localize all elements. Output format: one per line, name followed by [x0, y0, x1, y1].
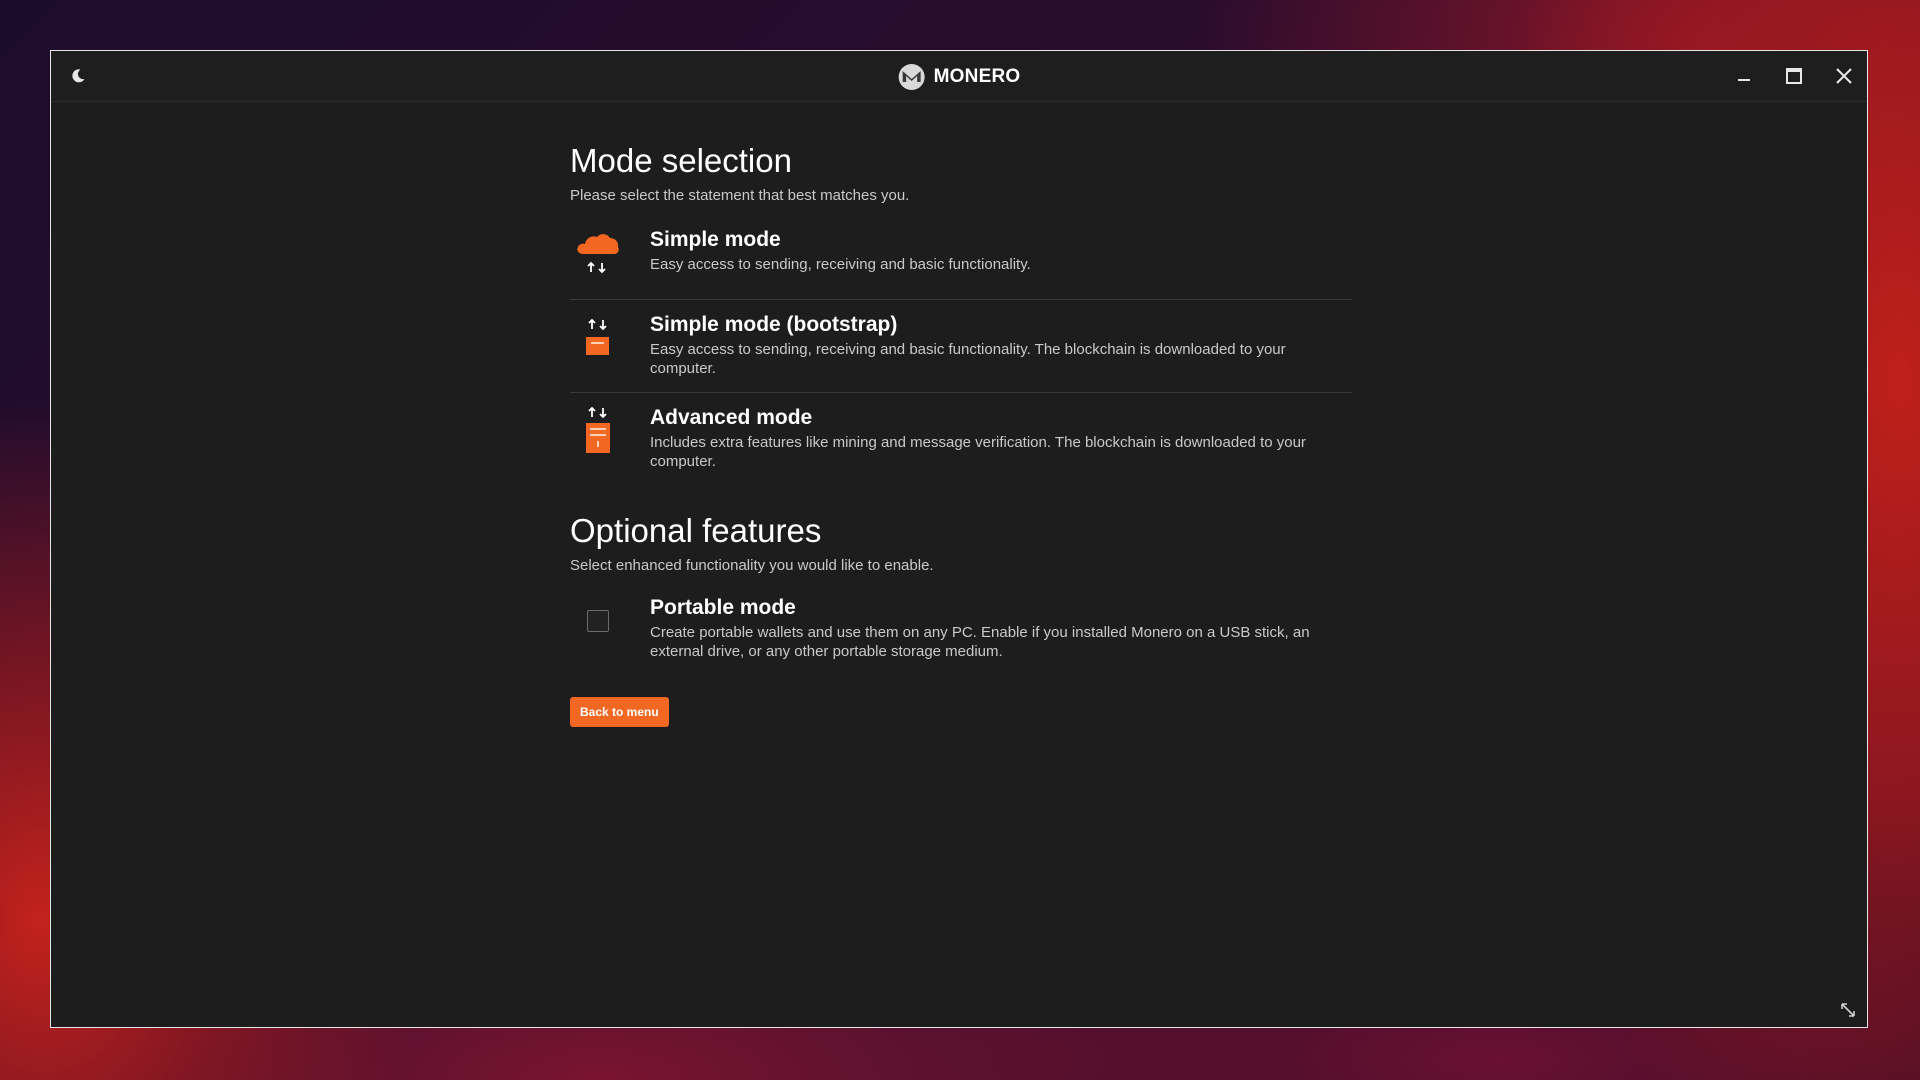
moon-icon — [72, 69, 85, 83]
mode-option-simple-bootstrap[interactable]: Simple mode (bootstrap) Easy access to s… — [570, 300, 1352, 393]
mode-option-description: Includes extra features like mining and … — [650, 434, 1306, 470]
main-content: Mode selection Please select the stateme… — [570, 141, 1352, 727]
resize-grip[interactable] — [1839, 1001, 1857, 1019]
portable-mode-title: Portable mode — [650, 596, 796, 619]
portable-mode-checkbox[interactable] — [587, 610, 609, 632]
mode-option-title: Simple mode (bootstrap) — [650, 313, 898, 336]
mode-selection-subtitle: Please select the statement that best ma… — [570, 187, 910, 204]
desktop-background: MONERO Mode selection Please select the … — [0, 0, 1920, 1080]
maximize-icon — [1786, 68, 1802, 84]
portable-mode-description: Create portable wallets and use them on … — [650, 624, 1310, 660]
close-icon — [1836, 68, 1852, 84]
mode-option-description: Easy access to sending, receiving and ba… — [650, 256, 1031, 273]
app-title: MONERO — [933, 66, 1021, 87]
mode-option-title: Simple mode — [650, 228, 781, 251]
title-bar: MONERO — [51, 51, 1867, 102]
app-brand: MONERO — [898, 63, 1021, 91]
close-button[interactable] — [1827, 59, 1861, 93]
mode-option-description: Easy access to sending, receiving and ba… — [650, 341, 1286, 377]
theme-toggle-button[interactable] — [61, 59, 95, 93]
optional-features-subtitle: Select enhanced functionality you would … — [570, 557, 934, 574]
mode-option-simple[interactable]: Simple mode Easy access to sending, rece… — [570, 227, 1352, 300]
transfer-drive-icon — [570, 312, 626, 364]
mode-option-list: Simple mode Easy access to sending, rece… — [570, 227, 1352, 483]
monero-logo-icon — [898, 64, 925, 90]
optional-features-title: Optional features — [570, 512, 822, 549]
maximize-button[interactable] — [1777, 59, 1811, 93]
mode-option-title: Advanced mode — [650, 406, 813, 429]
app-window: MONERO Mode selection Please select the … — [50, 50, 1868, 1028]
transfer-server-icon — [570, 405, 626, 457]
resize-arrow-icon — [1841, 1003, 1855, 1017]
mode-selection-title: Mode selection — [570, 142, 792, 179]
minimize-icon — [1738, 79, 1750, 81]
mode-option-advanced[interactable]: Advanced mode Includes extra features li… — [570, 393, 1352, 483]
portable-mode-option[interactable]: Portable mode Create portable wallets an… — [570, 595, 1352, 673]
checkbox-wrapper — [570, 595, 626, 647]
minimize-button[interactable] — [1727, 59, 1761, 93]
back-to-menu-button[interactable]: Back to menu — [570, 697, 669, 727]
cloud-transfer-icon — [570, 227, 626, 279]
